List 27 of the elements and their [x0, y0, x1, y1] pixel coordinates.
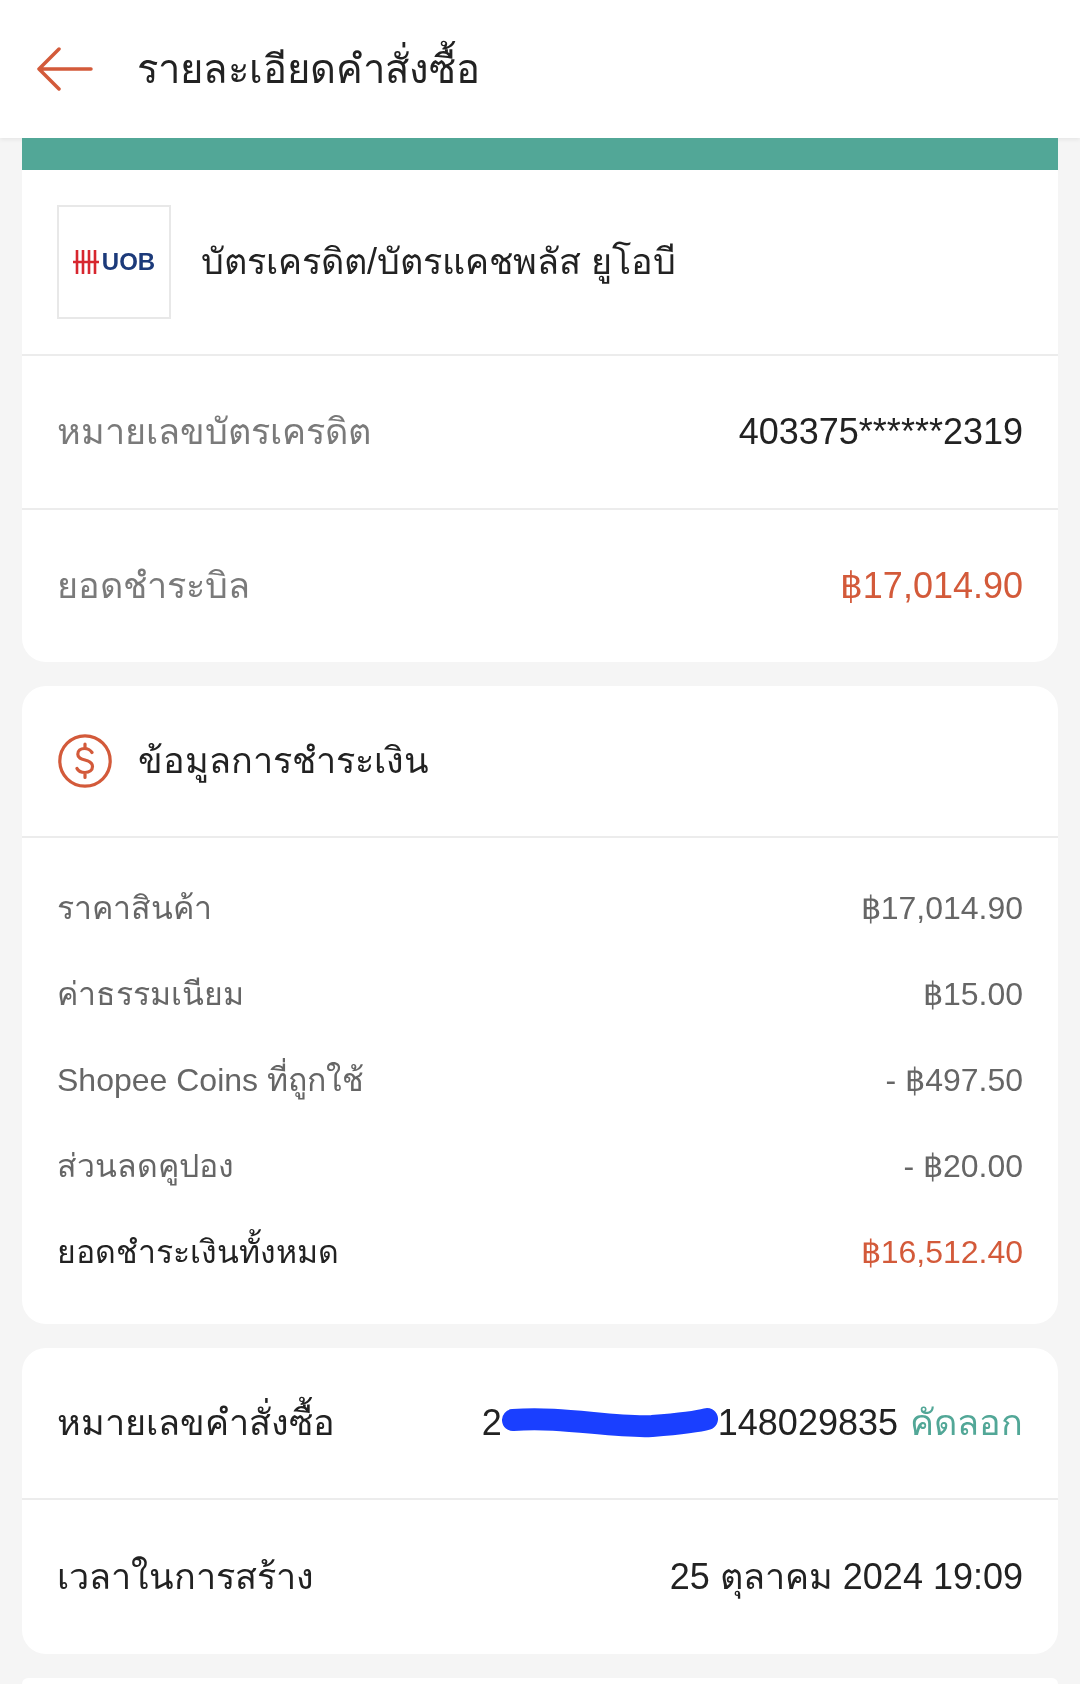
- dollar-circle-icon: [58, 734, 112, 788]
- price-value: - ฿20.00: [903, 1147, 1023, 1186]
- order-number-start: 2: [481, 1401, 502, 1445]
- field-value: 25 ตุลาคม 2024 19:09: [669, 1555, 1023, 1601]
- field-label: เวลาในการสร้าง: [57, 1555, 314, 1599]
- payment-method-name: บัตรเครดิต/บัตรแคชพลัส ยูโอบี: [201, 240, 676, 286]
- price-label: ยอดชำระเงินทั้งหมด: [57, 1228, 339, 1276]
- price-value: - ฿497.50: [885, 1061, 1023, 1100]
- price-label: ราคาสินค้า: [57, 889, 212, 928]
- price-label: ค่าธรรมเนียม: [57, 975, 244, 1014]
- price-label: ส่วนลดคูปอง: [57, 1147, 234, 1188]
- price-value: ฿17,014.90: [860, 889, 1023, 928]
- page-title: รายละเอียดคำสั่งซื้อ: [137, 39, 480, 99]
- field-label: หมายเลขบัตรเครดิต: [57, 410, 371, 454]
- section-title: ข้อมูลการชำระเงิน: [138, 739, 429, 785]
- price-value: ฿15.00: [922, 975, 1023, 1014]
- field-value: 403375******2319: [738, 410, 1023, 454]
- copy-link[interactable]: คัดลอก: [910, 1396, 1023, 1450]
- bank-logo-text: UOB: [101, 247, 156, 277]
- field-label: หมายเลขคำสั่งซื้อ: [57, 1396, 335, 1450]
- back-arrow-icon[interactable]: [37, 47, 93, 91]
- field-value: ฿17,014.90: [839, 564, 1023, 608]
- field-label: ยอดชำระบิล: [57, 564, 250, 608]
- price-value: ฿16,512.40: [860, 1233, 1023, 1272]
- price-label: Shopee Coins ที่ถูกใช้: [57, 1056, 364, 1104]
- order-number-end: 148029835: [717, 1401, 898, 1445]
- bank-logo-icon: [72, 249, 99, 275]
